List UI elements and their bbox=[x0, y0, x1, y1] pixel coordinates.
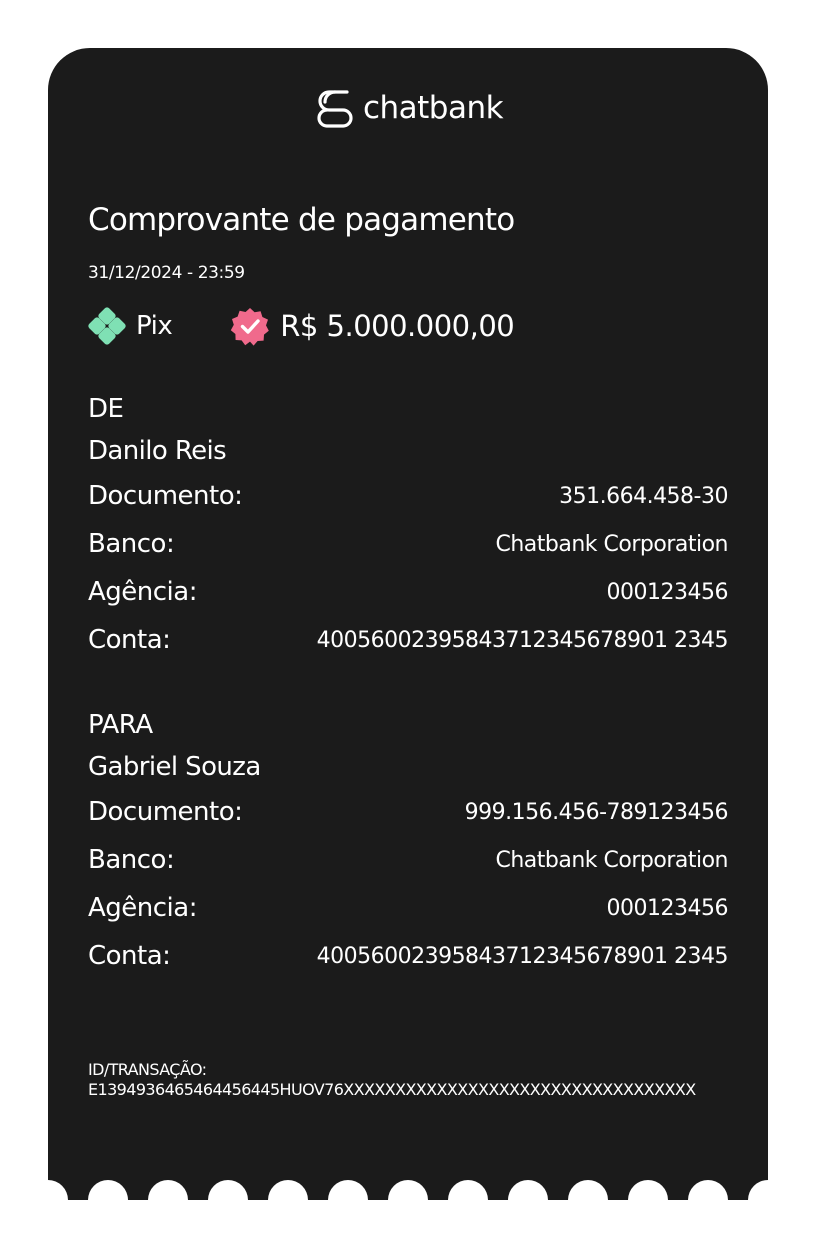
receipt-datetime: 31/12/2024 - 23:59 bbox=[88, 263, 245, 283]
scallop-cutout bbox=[628, 1180, 668, 1200]
sender-section: DE Danilo Reis Documento: 351.664.458-30… bbox=[88, 388, 729, 664]
recipient-agency-row: Agência: 000123456 bbox=[88, 884, 729, 932]
row-label: Documento: bbox=[88, 797, 243, 827]
payment-method: Pix bbox=[88, 307, 173, 345]
transaction-id-label: ID/TRANSAÇÃO: bbox=[88, 1060, 207, 1079]
transaction-id-value: E1394936465464456445HUOV76XXXXXXXXXXXXXX… bbox=[88, 1080, 696, 1099]
scallop-cutout bbox=[268, 1180, 308, 1200]
sender-bank-row: Banco: Chatbank Corporation bbox=[88, 520, 728, 568]
scallop-cutout bbox=[328, 1180, 368, 1200]
chatbank-logo-icon bbox=[313, 86, 359, 130]
scallop-cutout bbox=[568, 1180, 608, 1200]
recipient-name: Gabriel Souza bbox=[88, 752, 261, 782]
transaction-id-block: ID/TRANSAÇÃO: E1394936465464456445HUOV76… bbox=[88, 1060, 728, 1100]
scallop-cutout bbox=[748, 1180, 768, 1200]
scallop-cutout bbox=[148, 1180, 188, 1200]
row-label: Documento: bbox=[88, 481, 243, 511]
scallop-cutout bbox=[448, 1180, 488, 1200]
chatbank-logo: chatbank bbox=[48, 86, 768, 130]
receipt-torn-edge bbox=[48, 1180, 768, 1200]
recipient-account-value: 40056002395843712345678901 2345 bbox=[316, 943, 729, 969]
recipient-bank-row: Banco: Chatbank Corporation bbox=[88, 836, 728, 884]
scallop-cutout bbox=[688, 1180, 728, 1200]
scallop-cutout bbox=[48, 1180, 68, 1200]
brand-name: chatbank bbox=[362, 90, 504, 126]
recipient-section: PARA Gabriel Souza Documento: 999.156.45… bbox=[88, 704, 729, 980]
recipient-agency-value: 000123456 bbox=[606, 895, 729, 921]
pix-icon bbox=[88, 307, 126, 345]
row-label: Agência: bbox=[88, 577, 197, 607]
sender-label: DE bbox=[88, 394, 124, 424]
recipient-account-row: Conta: 40056002395843712345678901 2345 bbox=[88, 932, 729, 980]
sender-document-value: 351.664.458-30 bbox=[559, 483, 728, 509]
scallop-cutout bbox=[508, 1180, 548, 1200]
row-label: Conta: bbox=[88, 941, 171, 971]
row-label: Conta: bbox=[88, 625, 171, 655]
recipient-document-row: Documento: 999.156.456-789123456 bbox=[88, 788, 729, 836]
row-label: Banco: bbox=[88, 529, 175, 559]
row-label: Banco: bbox=[88, 845, 175, 875]
sender-name: Danilo Reis bbox=[88, 436, 227, 466]
payment-amount: R$ 5.000.000,00 bbox=[230, 306, 515, 346]
payment-receipt: chatbank Comprovante de pagamento 31/12/… bbox=[48, 48, 768, 1200]
amount-value: R$ 5.000.000,00 bbox=[280, 309, 515, 343]
verified-badge-icon bbox=[230, 306, 270, 346]
recipient-label: PARA bbox=[88, 710, 153, 740]
payment-method-label: Pix bbox=[136, 311, 173, 341]
recipient-document-value: 999.156.456-789123456 bbox=[464, 799, 729, 825]
sender-bank-value: Chatbank Corporation bbox=[495, 531, 729, 557]
sender-account-value: 40056002395843712345678901 2345 bbox=[316, 627, 729, 653]
scallop-cutout bbox=[388, 1180, 428, 1200]
payment-summary: Pix R$ 5.000.000,00 bbox=[88, 306, 515, 346]
sender-agency-value: 000123456 bbox=[606, 579, 729, 605]
scallop-cutout bbox=[88, 1180, 128, 1200]
sender-account-row: Conta: 40056002395843712345678901 2345 bbox=[88, 616, 729, 664]
row-label: Agência: bbox=[88, 893, 197, 923]
receipt-title: Comprovante de pagamento bbox=[88, 202, 515, 238]
recipient-bank-value: Chatbank Corporation bbox=[495, 847, 729, 873]
sender-document-row: Documento: 351.664.458-30 bbox=[88, 472, 728, 520]
sender-agency-row: Agência: 000123456 bbox=[88, 568, 729, 616]
scallop-cutout bbox=[208, 1180, 248, 1200]
